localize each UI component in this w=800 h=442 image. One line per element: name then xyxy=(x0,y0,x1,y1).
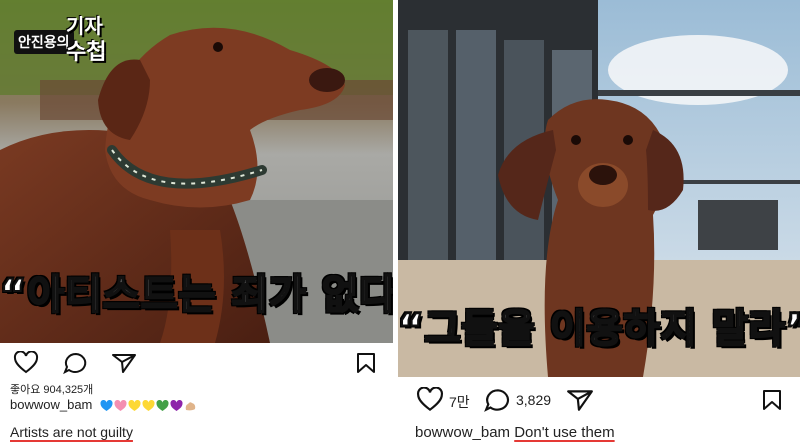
bookmark-icon[interactable] xyxy=(756,384,788,416)
heart-emoji-icon xyxy=(128,399,141,412)
heart-emoji-icon xyxy=(100,399,113,412)
post-actions-right: 7만 3,829 xyxy=(398,384,800,418)
post-actions-left xyxy=(0,347,393,381)
post-caption-right: Don't use them xyxy=(514,424,615,441)
username[interactable]: bowwow_bam xyxy=(10,397,92,412)
share-icon[interactable] xyxy=(108,347,140,379)
caption-line-left: bowwow_bam xyxy=(10,397,197,412)
post-photo-left[interactable]: 안진용의 기자 수첩 “아티스트는 죄가 없다” xyxy=(0,0,393,343)
flexed-arm-icon xyxy=(184,400,197,412)
post-right: “그들을 이용하지 말라” 7만 3,829 bowwow_bam Don't … xyxy=(398,0,800,442)
caption-overlay-right: “그들을 이용하지 말라” xyxy=(398,306,800,353)
reporter-notebook-badge: 안진용의 기자 수첩 xyxy=(8,10,126,65)
post-photo-right[interactable]: “그들을 이용하지 말라” xyxy=(398,0,800,377)
share-icon[interactable] xyxy=(564,384,596,416)
heart-icon[interactable] xyxy=(414,384,446,416)
heart-icon[interactable] xyxy=(10,347,42,379)
post-left: 안진용의 기자 수첩 “아티스트는 죄가 없다” 좋아요 904,325개 bo… xyxy=(0,0,393,442)
comment-icon[interactable] xyxy=(482,384,514,416)
like-count: 7만 xyxy=(449,394,470,410)
likes-count: 좋아요 904,325개 xyxy=(10,384,94,396)
comment-count: 3,829 xyxy=(516,392,552,408)
badge-title-2: 수첩 xyxy=(66,40,107,65)
comment-icon[interactable] xyxy=(60,347,92,379)
heart-emojis xyxy=(100,399,197,412)
badge-name: 안진용의 xyxy=(14,30,74,54)
bookmark-icon[interactable] xyxy=(350,347,382,379)
post-caption-left: Artists are not guilty xyxy=(10,424,133,440)
username[interactable]: bowwow_bam xyxy=(415,424,510,441)
heart-emoji-icon xyxy=(114,399,127,412)
caption-overlay-left: “아티스트는 죄가 없다” xyxy=(0,271,393,319)
caption-line-right: bowwow_bam Don't use them xyxy=(415,424,615,441)
heart-emoji-icon xyxy=(142,399,155,412)
heart-emoji-icon xyxy=(156,399,169,412)
heart-emoji-icon xyxy=(170,399,183,412)
